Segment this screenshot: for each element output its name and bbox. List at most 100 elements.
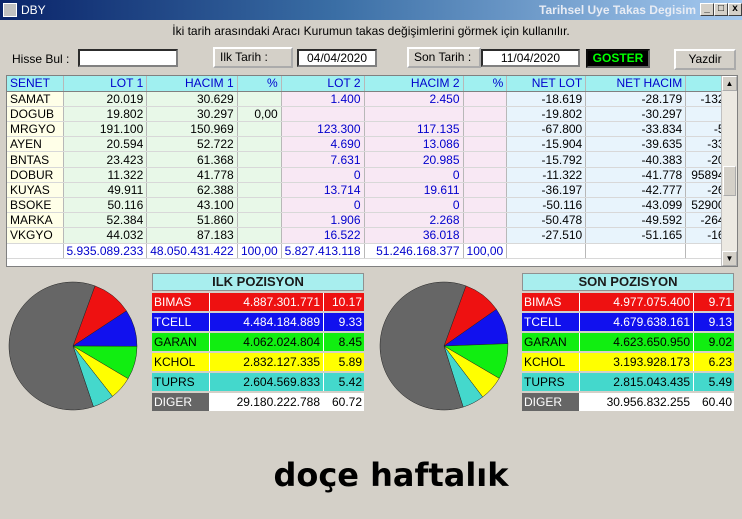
table-cell: 4.690 [281, 136, 365, 153]
table-cell [364, 106, 464, 123]
table-row[interactable]: DOGUB 19.802 30.297 0,00 -19.802 -30.297 [7, 106, 736, 123]
table-row[interactable]: BNTAS 23.423 61.368 7.631 20.985 -15.792 -40.3… [7, 151, 736, 168]
table-row[interactable]: VKGYO 44.032 87.183 16.522 36.018 -27.510 -51.… [7, 227, 736, 244]
column-header[interactable]: NET HACIM [585, 76, 687, 92]
data-grid[interactable]: SENET LOT 1 HACIM 1% LOT 2 HACIM 2% NET LOT NE… [6, 75, 738, 267]
table-cell: -42.777 [585, 182, 687, 199]
table-cell [237, 151, 282, 168]
position-row: TCELL 4.484.184.889 9.33 [152, 313, 364, 331]
position-row: KCHOL 3.193.928.173 6.23 [522, 353, 734, 371]
table-cell: 191.100 [63, 121, 148, 138]
table-cell: 23.423 [63, 151, 148, 168]
window-title: DBY [21, 3, 46, 17]
table-cell: 11.322 [63, 167, 148, 183]
column-header[interactable]: % [237, 76, 282, 92]
scroll-thumb[interactable] [723, 166, 736, 196]
table-cell: -50.116 [506, 197, 587, 214]
position-pct: 9.33 [324, 313, 364, 331]
table-row[interactable]: MRGYO 191.100 150.969 123.300 117.135 -67.800… [7, 121, 736, 138]
table-cell: MARKA [7, 212, 64, 229]
scroll-up-icon[interactable]: ▲ [722, 76, 737, 91]
hisse-search-input[interactable] [78, 49, 178, 67]
position-pct: 5.89 [338, 355, 362, 369]
table-cell: 51.860 [146, 212, 238, 229]
position-pct: 60.72 [324, 393, 364, 411]
table-cell: -36.197 [506, 182, 587, 199]
table-cell: -41.778 [585, 167, 687, 183]
ilk-tarih-field[interactable]: 04/04/2020 [297, 49, 377, 67]
table-cell: 43.100 [146, 197, 238, 214]
position-row: TUPRS 2.815.043.435 5.49 [522, 373, 734, 391]
position-name: GARAN [152, 333, 210, 351]
position-row: KCHOL 2.832.127.335 5.89 [152, 353, 364, 371]
table-row[interactable]: BSOKE 50.116 43.100 0 0 -50.116 -43.099 529000 [7, 197, 736, 214]
position-pct: 6.23 [708, 355, 732, 369]
column-header[interactable]: % [463, 76, 508, 92]
table-cell [463, 182, 508, 199]
table-cell: -30.297 [585, 106, 687, 123]
table-row[interactable]: DOBUR 11.322 41.778 0 0 -11.322 -41.778 958947 [7, 167, 736, 183]
goster-button[interactable]: GOSTER [586, 49, 650, 68]
position-pct: 10.17 [324, 293, 364, 311]
son-tarih-label: Son Tarih : [407, 47, 481, 68]
yazdir-button[interactable]: Yazdir [674, 49, 736, 70]
table-cell: 30.629 [146, 91, 238, 107]
table-cell [237, 136, 282, 153]
son-pozisyon-panel: SON POZISYON BIMAS 4.977.075.400 9.71 TCELL… [522, 273, 734, 411]
table-cell: 16.522 [281, 227, 365, 244]
table-cell [237, 121, 282, 138]
scroll-down-icon[interactable]: ▼ [722, 251, 737, 266]
position-row: TUPRS 2.604.569.833 5.42 [152, 373, 364, 391]
table-cell: 19.611 [364, 182, 464, 199]
table-row[interactable]: AYEN 20.594 52.722 4.690 13.086 -15.904 -39.63… [7, 136, 736, 153]
totals-cell: 100,00 [463, 243, 508, 259]
table-cell [281, 106, 365, 123]
son-pozisyon-title: SON POZISYON [522, 273, 734, 291]
table-cell: BNTAS [7, 151, 64, 168]
position-name: KCHOL [522, 353, 580, 371]
column-header[interactable]: NET LOT [506, 76, 587, 92]
table-row[interactable]: MARKA 52.384 51.860 1.906 2.268 -50.478 -49.59… [7, 212, 736, 229]
position-name: TCELL [152, 313, 210, 331]
table-cell [237, 227, 282, 244]
totals-cell: 5.827.413.118 [281, 243, 365, 259]
ilk-pozisyon-panel: ILK POZISYON BIMAS 4.887.301.771 10.17 TCEL… [152, 273, 364, 411]
table-cell: 36.018 [364, 227, 464, 244]
close-button[interactable]: x [728, 3, 742, 16]
table-cell [237, 91, 282, 107]
position-pct: 5.42 [338, 375, 362, 389]
position-value: 2.815.043.435 [580, 373, 694, 391]
column-header[interactable]: LOT 2 [281, 76, 365, 92]
hint-text: İki tarih arasındaki Aracı Kurumun takas… [172, 24, 570, 38]
table-cell: 1.906 [281, 212, 365, 229]
position-value: 2.604.569.833 [210, 373, 324, 391]
minimize-button[interactable]: _ [700, 3, 714, 16]
table-cell: 19.802 [63, 106, 148, 123]
column-header[interactable]: LOT 1 [63, 76, 148, 92]
grid-scrollbar[interactable]: ▲ ▼ [721, 76, 737, 266]
maximize-button[interactable]: □ [714, 3, 728, 16]
table-cell: 41.778 [146, 167, 238, 183]
table-cell: 87.183 [146, 227, 238, 244]
position-value: 4.062.024.804 [210, 333, 324, 351]
table-cell: -40.383 [585, 151, 687, 168]
table-row[interactable]: SAMAT 20.019 30.629 1.400 2.450 -18.619 -28.17… [7, 91, 736, 107]
totals-cell: 48.050.431.422 [146, 243, 238, 259]
table-cell: 20.594 [63, 136, 148, 153]
table-cell: 20.019 [63, 91, 148, 107]
table-cell: 123.300 [281, 121, 365, 138]
caption-text: doçe haftalık [273, 456, 509, 494]
column-header[interactable]: HACIM 1 [146, 76, 238, 92]
position-name: BIMAS [522, 293, 580, 311]
table-cell: -15.904 [506, 136, 587, 153]
position-name: TUPRS [522, 373, 580, 391]
position-name: DIGER [522, 393, 580, 411]
table-cell [237, 167, 282, 183]
table-cell [463, 151, 508, 168]
column-header[interactable]: SENET [7, 76, 64, 92]
table-cell: -18.619 [506, 91, 587, 107]
position-pct: 5.49 [708, 375, 732, 389]
son-tarih-field[interactable]: 11/04/2020 [481, 49, 580, 67]
column-header[interactable]: HACIM 2 [364, 76, 464, 92]
table-row[interactable]: KUYAS 49.911 62.388 13.714 19.611 -36.197 -42.… [7, 182, 736, 199]
